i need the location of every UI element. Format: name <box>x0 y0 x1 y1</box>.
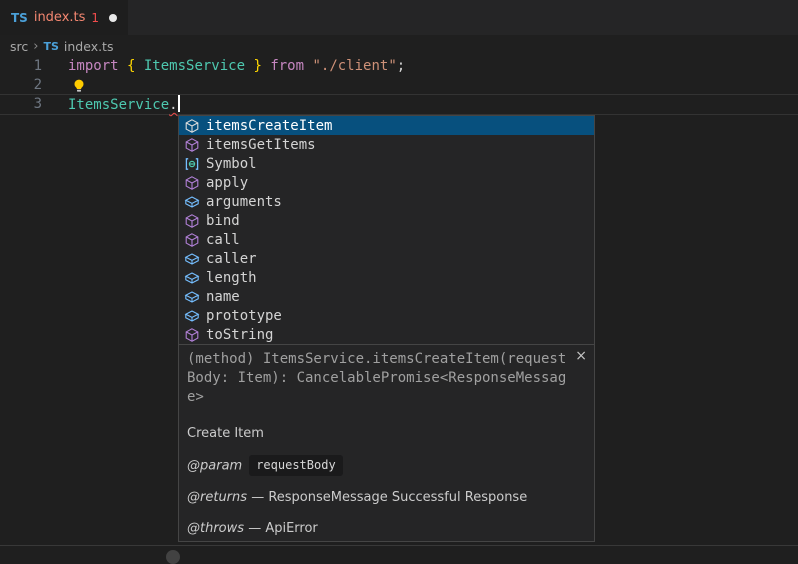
lightbulb-icon[interactable] <box>71 78 87 94</box>
suggestion-label: itemsCreateItem <box>206 118 332 134</box>
scroll-dot-icon <box>166 550 180 564</box>
code-editor[interactable]: 1 import { ItemsService } from "./client… <box>0 57 798 114</box>
suggestion-call[interactable]: call <box>179 230 594 249</box>
code-text: import { ItemsService } from "./client"; <box>46 57 405 76</box>
doc-tag-returns: @returns — ResponseMessage Successful Re… <box>187 488 586 507</box>
code-line-1[interactable]: 1 import { ItemsService } from "./client… <box>0 57 798 76</box>
docs-panel: (method) ItemsService.itemsCreateItem(re… <box>178 344 595 542</box>
suggestion-list: itemsCreateItem itemsGetItems Symbol apply a… <box>178 115 595 345</box>
code-line-3[interactable]: 3 ItemsService. <box>0 95 798 114</box>
code-text: ItemsService. <box>46 95 180 114</box>
symbol-method-icon <box>184 327 200 343</box>
suggestion-toString[interactable]: toString <box>179 325 594 344</box>
suggestion-caller[interactable]: caller <box>179 249 594 268</box>
suggestion-label: name <box>206 289 240 305</box>
suggestion-bind[interactable]: bind <box>179 211 594 230</box>
code-token: ItemsService <box>68 97 169 113</box>
code-token: { <box>127 58 144 74</box>
symbol-field-icon <box>184 289 200 305</box>
ts-file-icon: TS <box>11 11 28 25</box>
method-signature: (method) ItemsService.itemsCreateItem(re… <box>179 345 594 412</box>
tab-index-ts[interactable]: TS index.ts 1 <box>0 0 128 35</box>
suggestion-label: itemsGetItems <box>206 137 316 153</box>
code-token: from <box>262 58 313 74</box>
doc-tag-throws: @throws — ApiError <box>187 519 586 538</box>
suggestion-label: apply <box>206 175 248 191</box>
suggestion-label: toString <box>206 327 273 343</box>
suggestion-arguments[interactable]: arguments <box>179 192 594 211</box>
code-token: "./client" <box>312 58 396 74</box>
tab-title: index.ts <box>34 10 86 25</box>
suggestion-itemsGetItems[interactable]: itemsGetItems <box>179 135 594 154</box>
suggestion-label: call <box>206 232 240 248</box>
suggestion-name[interactable]: name <box>179 287 594 306</box>
suggestion-apply[interactable]: apply <box>179 173 594 192</box>
code-token: import <box>68 58 127 74</box>
suggestion-label: caller <box>206 251 257 267</box>
divider <box>0 545 798 546</box>
breadcrumb-folder[interactable]: src <box>10 39 28 54</box>
chevron-right-icon: › <box>33 39 38 54</box>
tab-error-count: 1 <box>91 11 99 25</box>
doc-markdown: Create Item @paramrequestBody @returns —… <box>179 424 594 542</box>
gutter-line-number: 1 <box>0 57 46 76</box>
close-icon[interactable]: × <box>575 349 587 363</box>
symbol-method-icon <box>184 175 200 191</box>
breadcrumb: src › TS index.ts <box>0 35 798 57</box>
suggestion-label: Symbol <box>206 156 257 172</box>
suggestion-Symbol[interactable]: Symbol <box>179 154 594 173</box>
symbol-method-icon <box>184 232 200 248</box>
symbol-method-icon <box>184 118 200 134</box>
tab-bar: TS index.ts 1 <box>0 0 798 35</box>
symbol-field-icon <box>184 270 200 286</box>
param-name-chip: requestBody <box>249 455 342 476</box>
text-cursor <box>178 95 180 112</box>
modified-dot-icon[interactable] <box>109 14 117 22</box>
code-line-2[interactable]: 2 <box>0 76 798 95</box>
suggestion-itemsCreateItem[interactable]: itemsCreateItem <box>179 116 594 135</box>
symbol-symbol-icon <box>184 156 200 172</box>
suggestion-prototype[interactable]: prototype <box>179 306 594 325</box>
symbol-method-icon <box>184 137 200 153</box>
breadcrumb-file-icon: TS <box>43 40 58 53</box>
symbol-method-icon <box>184 213 200 229</box>
symbol-field-icon <box>184 308 200 324</box>
symbol-field-icon <box>184 194 200 210</box>
gutter-line-number: 2 <box>0 76 46 95</box>
breadcrumb-file[interactable]: index.ts <box>64 39 114 54</box>
code-text <box>46 76 68 95</box>
code-token: ItemsService <box>144 58 245 74</box>
suggestion-label: arguments <box>206 194 282 210</box>
code-token: ; <box>397 58 405 74</box>
gutter-line-number: 3 <box>0 95 46 114</box>
doc-description: Create Item <box>187 424 586 443</box>
symbol-field-icon <box>184 251 200 267</box>
code-token: . <box>169 97 177 113</box>
suggestion-label: length <box>206 270 257 286</box>
doc-tag-param: @paramrequestBody <box>187 455 586 476</box>
suggestion-length[interactable]: length <box>179 268 594 287</box>
suggestion-label: bind <box>206 213 240 229</box>
code-token: } <box>245 58 262 74</box>
suggestion-label: prototype <box>206 308 282 324</box>
